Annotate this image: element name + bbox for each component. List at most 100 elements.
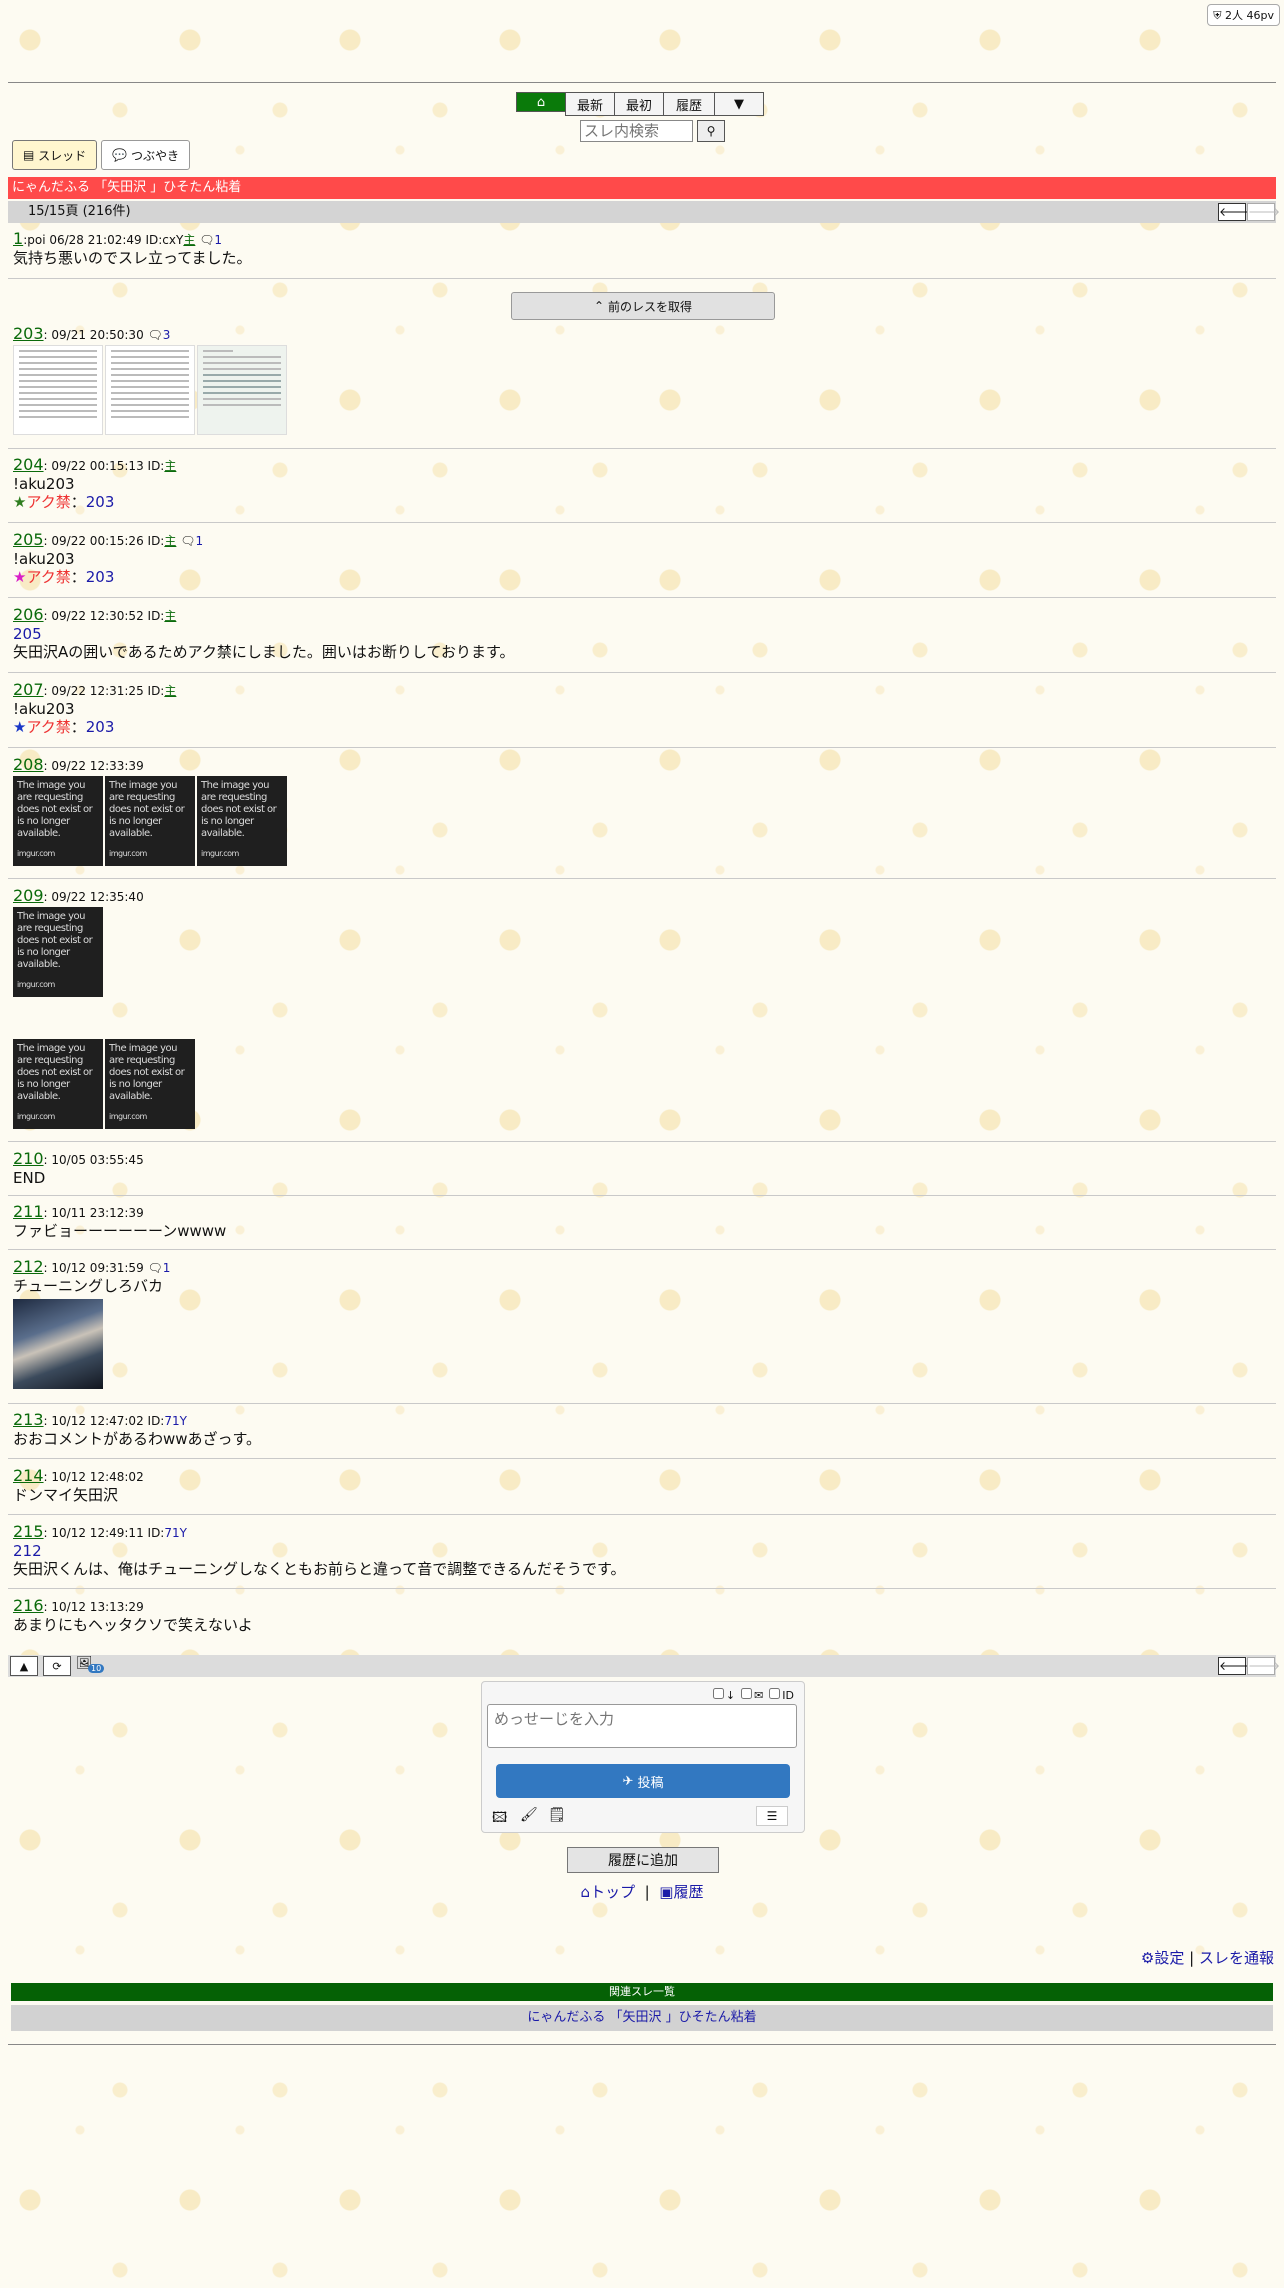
scroll-top-button[interactable]: ▲ bbox=[10, 1656, 38, 1676]
post-number-link[interactable]: 207 bbox=[13, 680, 44, 699]
post-id-link[interactable]: 主 bbox=[183, 233, 195, 247]
related-thread-link[interactable]: にゃんだふる 「矢田沢 」ひそたん粘着 bbox=[527, 2010, 756, 2025]
post-date: 10/12 12:49:11 bbox=[51, 1526, 144, 1540]
missing-image-source: imgur.com bbox=[17, 980, 55, 989]
sage-checkbox[interactable]: ↓ bbox=[712, 1688, 735, 1702]
mail-checkbox[interactable]: ✉ bbox=[741, 1688, 763, 1702]
post-date: 10/12 12:47:02 bbox=[51, 1414, 144, 1428]
report-link[interactable]: スレを通報 bbox=[1199, 1949, 1274, 1967]
search-button[interactable]: ⚲ bbox=[697, 120, 725, 142]
page-info: 15/15頁 (216件) bbox=[28, 204, 131, 219]
post-212: 212: 10/12 09:31:59 🗨1 チューニングしろバカ bbox=[13, 1257, 1273, 1296]
missing-image-thumbnail[interactable]: The image you are requesting does not ex… bbox=[105, 1039, 195, 1129]
refresh-button[interactable]: ⟳ bbox=[43, 1656, 71, 1676]
photo-thumbnail[interactable] bbox=[13, 1299, 103, 1389]
post-1: 1:poi 06/28 21:02:49 ID:cxY主 🗨1 気持ち悪いのでス… bbox=[13, 229, 1273, 268]
post-209: 209: 09/22 12:35:40 bbox=[13, 886, 144, 905]
post-id-link[interactable]: 71Y bbox=[164, 1526, 187, 1540]
image-thumbnail[interactable] bbox=[105, 345, 195, 435]
post-id-link[interactable]: 主 bbox=[164, 609, 176, 623]
post-number-link[interactable]: 212 bbox=[13, 1257, 44, 1276]
first-button[interactable]: 最初 bbox=[614, 92, 664, 116]
settings-link[interactable]: ⚙設定 bbox=[1141, 1949, 1184, 1967]
history-button[interactable]: 履歴 bbox=[663, 92, 715, 116]
reply-count-link[interactable]: 3 bbox=[163, 328, 171, 342]
post-number-link[interactable]: 1 bbox=[13, 229, 23, 248]
message-input[interactable] bbox=[487, 1704, 797, 1748]
ban-ref-link[interactable]: 203 bbox=[86, 718, 115, 736]
post-number-link[interactable]: 211 bbox=[13, 1202, 44, 1221]
image-thumbnail[interactable] bbox=[13, 345, 103, 435]
anchor-ref-link[interactable]: 205 bbox=[13, 625, 42, 643]
post-number-link[interactable]: 205 bbox=[13, 530, 44, 549]
tab-thread[interactable]: ▤ スレッド bbox=[12, 140, 98, 170]
ban-ref-link[interactable]: 203 bbox=[86, 568, 115, 586]
post-button[interactable]: ✈ 投稿 bbox=[496, 1764, 790, 1798]
hamburger-icon: ☰ bbox=[766, 1809, 778, 1823]
post-button-label: 投稿 bbox=[637, 1775, 664, 1791]
missing-image-thumbnail[interactable]: The image you are requesting does not ex… bbox=[13, 1039, 103, 1129]
post-id-link[interactable]: 主 bbox=[164, 459, 176, 473]
post-date: 10/12 12:48:02 bbox=[51, 1470, 144, 1484]
search-input[interactable] bbox=[580, 120, 693, 142]
post-id-link[interactable]: 主 bbox=[164, 684, 176, 698]
post-number-link[interactable]: 213 bbox=[13, 1410, 44, 1429]
tab-tweet[interactable]: 💬 つぶやき bbox=[101, 140, 190, 170]
reply-count-link[interactable]: 1 bbox=[163, 1261, 171, 1275]
home-button[interactable]: ⌂ bbox=[516, 92, 566, 112]
star-icon: ★ bbox=[13, 568, 27, 586]
reply-icon: 🗨 bbox=[147, 328, 163, 342]
post-divider bbox=[8, 672, 1276, 673]
tab-tweet-label: つぶやき bbox=[130, 148, 179, 163]
post-number-link[interactable]: 206 bbox=[13, 605, 44, 624]
reply-count-link[interactable]: 1 bbox=[195, 534, 203, 548]
post-number-link[interactable]: 208 bbox=[13, 755, 44, 774]
id-checkbox[interactable]: ID bbox=[769, 1688, 794, 1702]
missing-image-thumbnail[interactable]: The image you are requesting does not ex… bbox=[197, 776, 287, 866]
thread-title: にゃんだふる 「矢田沢 」ひそたん粘着 bbox=[8, 177, 1276, 199]
load-previous-button[interactable]: ⌃ 前のレスを取得 bbox=[511, 292, 775, 320]
prev-page-button[interactable]: 🡐 bbox=[1218, 203, 1251, 221]
post-number-link[interactable]: 203 bbox=[13, 324, 44, 343]
anchor-ref-link[interactable]: 212 bbox=[13, 1542, 42, 1560]
missing-image-thumbnail[interactable]: The image you are requesting does not ex… bbox=[13, 907, 103, 997]
form-menu-button[interactable]: ☰ bbox=[756, 1806, 788, 1826]
prev-page-button[interactable]: 🡐 bbox=[1218, 1657, 1251, 1675]
post-date: 09/22 12:30:52 bbox=[51, 609, 144, 623]
post-text: !aku203 bbox=[13, 700, 75, 718]
related-thread-item: にゃんだふる 「矢田沢 」ひそたん粘着 bbox=[11, 2005, 1273, 2031]
more-dropdown-button[interactable]: ▼ bbox=[714, 92, 764, 116]
post-number-link[interactable]: 215 bbox=[13, 1522, 44, 1541]
reply-count-link[interactable]: 1 bbox=[214, 233, 222, 247]
post-divider bbox=[8, 878, 1276, 879]
post-id-link[interactable]: 71Y bbox=[164, 1414, 187, 1428]
image-thumbnail[interactable] bbox=[197, 345, 287, 435]
post-210: 210: 10/05 03:55:45 END bbox=[13, 1149, 1273, 1188]
next-page-button[interactable]: 🡒 bbox=[1247, 1657, 1280, 1675]
post-date: 09/22 00:15:26 bbox=[51, 534, 144, 548]
history-link[interactable]: ▣履歴 bbox=[659, 1883, 703, 1901]
post-number-link[interactable]: 209 bbox=[13, 886, 44, 905]
post-divider bbox=[8, 747, 1276, 748]
latest-button[interactable]: 最新 bbox=[565, 92, 615, 116]
post-date: 09/21 20:50:30 bbox=[51, 328, 144, 342]
post-number-link[interactable]: 214 bbox=[13, 1466, 44, 1485]
paintbrush-icon[interactable]: 🖌 bbox=[520, 1807, 538, 1823]
top-link[interactable]: ⌂トップ bbox=[581, 1883, 636, 1901]
ban-ref-link[interactable]: 203 bbox=[86, 493, 115, 511]
post-number-link[interactable]: 204 bbox=[13, 455, 44, 474]
missing-image-text: The image you are requesting does not ex… bbox=[17, 1043, 93, 1102]
post-number-link[interactable]: 216 bbox=[13, 1596, 44, 1615]
post-id-link[interactable]: 主 bbox=[164, 534, 176, 548]
post-206: 206: 09/22 12:30:52 ID:主 205 矢田沢Aの囲いであるた… bbox=[13, 605, 1273, 662]
missing-image-thumbnail[interactable]: The image you are requesting does not ex… bbox=[105, 776, 195, 866]
next-page-button[interactable]: 🡒 bbox=[1247, 203, 1280, 221]
missing-image-thumbnail[interactable]: The image you are requesting does not ex… bbox=[13, 776, 103, 866]
missing-image-source: imgur.com bbox=[17, 1112, 55, 1121]
post-number-link[interactable]: 210 bbox=[13, 1149, 44, 1168]
add-history-button[interactable]: 履歴に追加 bbox=[567, 1847, 719, 1873]
image-upload-icon[interactable]: 🖾 bbox=[492, 1807, 507, 1831]
image-gallery-button[interactable]: 🖼 10 bbox=[76, 1656, 105, 1673]
post-divider bbox=[8, 448, 1276, 449]
template-icon[interactable]: 🗒 bbox=[548, 1807, 566, 1823]
